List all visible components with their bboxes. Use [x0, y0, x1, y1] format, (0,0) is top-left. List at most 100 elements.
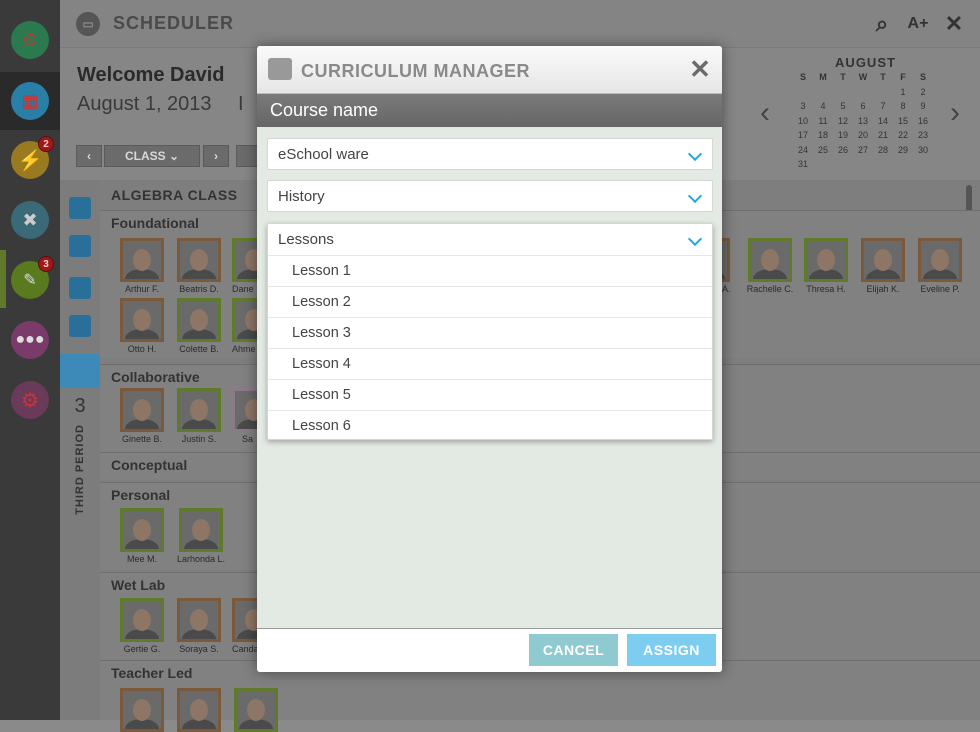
student-card[interactable]: Ginette B. [118, 388, 166, 444]
avatar [120, 598, 164, 642]
student-name: Soraya S. [179, 644, 219, 654]
calendar-day[interactable]: 10 [793, 116, 813, 131]
clipboard-icon[interactable] [69, 197, 91, 219]
calendar-day[interactable]: 1 [893, 87, 913, 102]
lesson-option[interactable]: Lesson 1 [268, 255, 712, 286]
class-dropdown[interactable]: CLASS ⌄ [104, 145, 200, 167]
calendar-day[interactable]: 7 [873, 101, 893, 116]
calendar-day[interactable]: 5 [833, 101, 853, 116]
student-card[interactable] [118, 688, 166, 732]
calendar-day[interactable]: 8 [893, 101, 913, 116]
next-class-button[interactable]: › [203, 145, 229, 167]
period-label: THIRD PERIOD [74, 424, 86, 515]
calendar-day[interactable]: 19 [833, 130, 853, 145]
dashboard-icon[interactable]: ⏲ [11, 21, 49, 59]
tools-icon[interactable]: ✖ [11, 201, 49, 239]
class-title: ALGEBRA CLASS [111, 187, 238, 203]
student-card[interactable]: Elijah K. [858, 238, 908, 294]
calendar-day[interactable]: 30 [913, 145, 933, 160]
student-card[interactable]: Canda [232, 598, 258, 654]
calendar-day[interactable]: 26 [833, 145, 853, 160]
calendar-day[interactable]: 27 [853, 145, 873, 160]
calendar-day[interactable]: 20 [853, 130, 873, 145]
lesson-option[interactable]: Lesson 3 [268, 317, 712, 348]
assign-button[interactable]: ASSIGN [627, 634, 716, 666]
calendar-day[interactable]: 3 [793, 101, 813, 116]
student-card[interactable]: A. [722, 238, 730, 294]
folder-icon[interactable] [69, 315, 91, 337]
student-card[interactable]: Ahme [232, 298, 258, 354]
scheduler-icon: ▭ [76, 12, 100, 36]
student-card[interactable]: Larhonda L. [175, 508, 227, 564]
student-card[interactable]: Colette B. [175, 298, 223, 354]
calendar-day[interactable]: 12 [833, 116, 853, 131]
calendar-day[interactable]: 4 [813, 101, 833, 116]
calendar-day[interactable]: 22 [893, 130, 913, 145]
lesson-option[interactable]: Lesson 4 [268, 348, 712, 379]
grade-icon[interactable]: A+ [906, 12, 930, 36]
lessons-dropdown[interactable]: Lessons Lesson 1 Lesson 2 Lesson 3 Lesso… [267, 223, 713, 440]
messages-icon[interactable]: ●●● [11, 321, 49, 359]
student-card[interactable]: Mee M. [118, 508, 166, 564]
calendar-day[interactable]: 14 [873, 116, 893, 131]
calendar-day[interactable]: 21 [873, 130, 893, 145]
lesson-option[interactable]: Lesson 5 [268, 379, 712, 410]
current-date: August 1, 2013 [77, 93, 212, 115]
lessons-select-header[interactable]: Lessons [268, 224, 712, 255]
calendar-day[interactable]: 18 [813, 130, 833, 145]
student-card[interactable]: Sa [232, 388, 258, 444]
calendar-day[interactable]: 2 [913, 87, 933, 102]
calendar-month: AUGUST [835, 55, 896, 70]
student-card[interactable]: Rachelle C. [742, 238, 798, 294]
calendar-day[interactable]: 28 [873, 145, 893, 160]
view-toggle[interactable] [236, 145, 258, 167]
student-card[interactable] [232, 688, 280, 732]
folder-person-icon[interactable] [69, 277, 91, 299]
settings-icon[interactable]: ⚙ [11, 381, 49, 419]
calendar-day[interactable]: 17 [793, 130, 813, 145]
curriculum-icon[interactable] [60, 354, 100, 388]
avatar [120, 688, 164, 732]
close-icon[interactable]: ✕ [689, 56, 711, 82]
lesson-option[interactable]: Lesson 2 [268, 286, 712, 317]
close-icon[interactable]: ✕ [942, 11, 966, 36]
calendar-day[interactable]: 15 [893, 116, 913, 131]
student-card[interactable]: Otto H. [118, 298, 166, 354]
calendar-prev-icon[interactable]: ‹ [760, 96, 770, 130]
student-card[interactable]: Eveline P. [914, 238, 966, 294]
calendar-day[interactable]: 6 [853, 101, 873, 116]
student-card[interactable]: Beatris D. [175, 238, 223, 294]
calendar-day[interactable]: 24 [793, 145, 813, 160]
student-card[interactable]: Soraya S. [175, 598, 223, 654]
calendar-icon[interactable]: ▦ [11, 82, 49, 120]
avatar [804, 238, 848, 282]
student-name: Gertie G. [123, 644, 161, 654]
calendar-next-icon[interactable]: › [950, 96, 960, 130]
student-card[interactable]: Dane [232, 238, 258, 294]
prev-class-button[interactable]: ‹ [76, 145, 102, 167]
calendar-day[interactable]: 16 [913, 116, 933, 131]
student-card[interactable]: Justin S. [175, 388, 223, 444]
student-card[interactable] [175, 688, 223, 732]
calendar-day[interactable]: 13 [853, 116, 873, 131]
calendar-weekday: M [819, 72, 827, 82]
student-card[interactable]: Gertie G. [118, 598, 166, 654]
calendar-day[interactable]: 11 [813, 116, 833, 131]
student-name: Eveline P. [920, 284, 960, 294]
calendar-day[interactable]: 25 [813, 145, 833, 160]
curriculum-select[interactable]: eSchool ware [267, 138, 713, 170]
calendar-day[interactable]: 31 [793, 159, 813, 174]
avatar [232, 238, 258, 282]
dialog-title: CURRICULUM MANAGER [301, 61, 530, 81]
dialog-header: CURRICULUM MANAGER ✕ [257, 46, 722, 94]
student-card[interactable]: Arthur F. [118, 238, 166, 294]
calendar-day[interactable]: 29 [893, 145, 913, 160]
search-icon[interactable]: ⌕ [870, 11, 894, 36]
calendar-day[interactable]: 23 [913, 130, 933, 145]
subject-select[interactable]: History [267, 180, 713, 212]
student-card[interactable]: Thresa H. [801, 238, 851, 294]
lesson-option[interactable]: Lesson 6 [268, 410, 712, 440]
calendar-day[interactable]: 9 [913, 101, 933, 116]
tools-icon[interactable] [69, 235, 91, 257]
cancel-button[interactable]: CANCEL [529, 634, 618, 666]
